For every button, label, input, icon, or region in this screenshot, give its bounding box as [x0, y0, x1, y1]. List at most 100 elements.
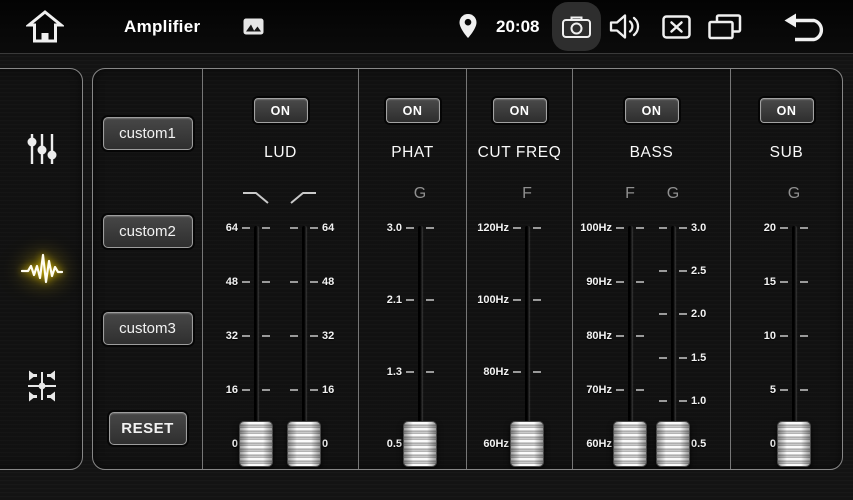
tick-label: 20 — [764, 222, 776, 234]
gallery-button[interactable] — [243, 18, 264, 35]
tick-dash — [242, 335, 250, 337]
home-button[interactable] — [26, 9, 64, 45]
tick-dash — [290, 389, 298, 391]
sub-gain-slider[interactable]: 20151050 — [780, 228, 808, 464]
tick-label: 90Hz — [586, 276, 612, 288]
bass-gain-slider[interactable]: 3.02.52.01.51.00.5 — [659, 228, 687, 464]
tick-label: 16 — [322, 384, 334, 396]
tick-label: 80Hz — [586, 330, 612, 342]
tick-label: 100Hz — [580, 222, 612, 234]
close-app-button[interactable] — [662, 15, 691, 39]
tick-dash — [262, 335, 270, 337]
tick-label: 80Hz — [483, 366, 509, 378]
tick-dash — [426, 299, 434, 301]
bass-on-button[interactable]: ON — [625, 98, 679, 123]
tick-dash — [262, 389, 270, 391]
amplifier-panel: custom1 custom2 custom3 RESET ON LUD 644… — [92, 68, 843, 470]
bass-title: BASS — [573, 144, 730, 162]
tick-label: 100Hz — [477, 294, 509, 306]
sub-on-button[interactable]: ON — [760, 98, 814, 123]
waveform-icon — [21, 252, 63, 286]
speaker-fader-icon — [23, 367, 61, 405]
reset-button[interactable]: RESET — [109, 412, 187, 445]
slider-thumb[interactable] — [239, 421, 273, 467]
slider-thumb[interactable] — [656, 421, 690, 467]
sub-gain-label: G — [788, 185, 800, 203]
bass-gain-label: G — [667, 185, 679, 203]
cut-freq-on-button[interactable]: ON — [493, 98, 547, 123]
cut-freq-column: ON CUT FREQ F 120Hz100Hz80Hz60Hz — [467, 69, 573, 469]
sidebar — [0, 68, 83, 470]
volume-button[interactable] — [609, 13, 641, 40]
lowpass-curve-icon — [242, 189, 270, 205]
cut-freq-title: CUT FREQ — [467, 144, 572, 162]
custom3-button[interactable]: custom3 — [103, 312, 193, 345]
tick-label: 0 — [322, 438, 328, 450]
tick-label: 2.1 — [387, 294, 402, 306]
tick-dash — [513, 299, 521, 301]
tick-label: 0.5 — [387, 438, 402, 450]
custom1-button[interactable]: custom1 — [103, 117, 193, 150]
slider-thumb[interactable] — [510, 421, 544, 467]
presets-column: custom1 custom2 custom3 RESET — [93, 69, 203, 469]
highpass-curve-icon — [290, 189, 318, 205]
phat-gain-slider[interactable]: 3.02.11.30.5 — [406, 228, 434, 464]
custom2-button[interactable]: custom2 — [103, 215, 193, 248]
clock[interactable]: 20:08 — [496, 0, 539, 53]
tick-dash — [290, 227, 298, 229]
tick-dash — [679, 313, 687, 315]
tick-dash — [310, 389, 318, 391]
sidebar-item-sound-effects[interactable] — [21, 252, 63, 286]
recent-apps-button[interactable] — [708, 14, 742, 40]
tick-label: 2.5 — [691, 265, 706, 277]
slider-thumb[interactable] — [613, 421, 647, 467]
tick-dash — [533, 371, 541, 373]
tick-dash — [636, 227, 644, 229]
tick-label: 48 — [226, 276, 238, 288]
tick-label: 32 — [226, 330, 238, 342]
tick-label: 3.0 — [691, 222, 706, 234]
phat-on-button[interactable]: ON — [386, 98, 440, 123]
tick-dash — [679, 227, 687, 229]
tick-dash — [659, 400, 667, 402]
sidebar-item-balance-fader[interactable] — [23, 367, 61, 405]
slider-thumb[interactable] — [403, 421, 437, 467]
tick-dash — [636, 335, 644, 337]
sidebar-item-equalizer[interactable] — [25, 132, 59, 166]
tick-label: 64 — [322, 222, 334, 234]
tick-label: 2.0 — [691, 308, 706, 320]
tick-dash — [290, 335, 298, 337]
tick-label: 60Hz — [586, 438, 612, 450]
tick-dash — [513, 371, 521, 373]
tick-dash — [513, 227, 521, 229]
back-button[interactable] — [783, 12, 827, 42]
location-button[interactable] — [459, 14, 477, 39]
tick-dash — [800, 227, 808, 229]
tick-dash — [780, 227, 788, 229]
tick-dash — [800, 335, 808, 337]
phat-column: ON PHAT G 3.02.11.30.5 — [359, 69, 467, 469]
phat-gain-label: G — [414, 185, 426, 203]
tick-dash — [780, 281, 788, 283]
slider-thumb[interactable] — [777, 421, 811, 467]
lud-lowpass-slider[interactable]: 644832160 — [242, 228, 270, 464]
tick-dash — [679, 400, 687, 402]
top-bar: Amplifier 20:08 — [0, 0, 853, 54]
lud-on-button[interactable]: ON — [254, 98, 308, 123]
lud-highpass-slider[interactable]: 644832160 — [290, 228, 318, 464]
tick-dash — [800, 281, 808, 283]
tick-label: 0 — [770, 438, 776, 450]
page-title: Amplifier — [124, 0, 200, 53]
tick-label: 1.5 — [691, 352, 706, 364]
gallery-icon — [243, 18, 264, 35]
tick-dash — [310, 281, 318, 283]
camera-button[interactable] — [552, 2, 601, 51]
tick-dash — [310, 227, 318, 229]
bass-freq-slider[interactable]: 100Hz90Hz80Hz70Hz60Hz — [616, 228, 644, 464]
cut-freq-slider[interactable]: 120Hz100Hz80Hz60Hz — [513, 228, 541, 464]
slider-thumb[interactable] — [287, 421, 321, 467]
location-pin-icon — [459, 14, 477, 39]
tick-dash — [310, 335, 318, 337]
tick-dash — [636, 389, 644, 391]
tick-dash — [406, 371, 414, 373]
